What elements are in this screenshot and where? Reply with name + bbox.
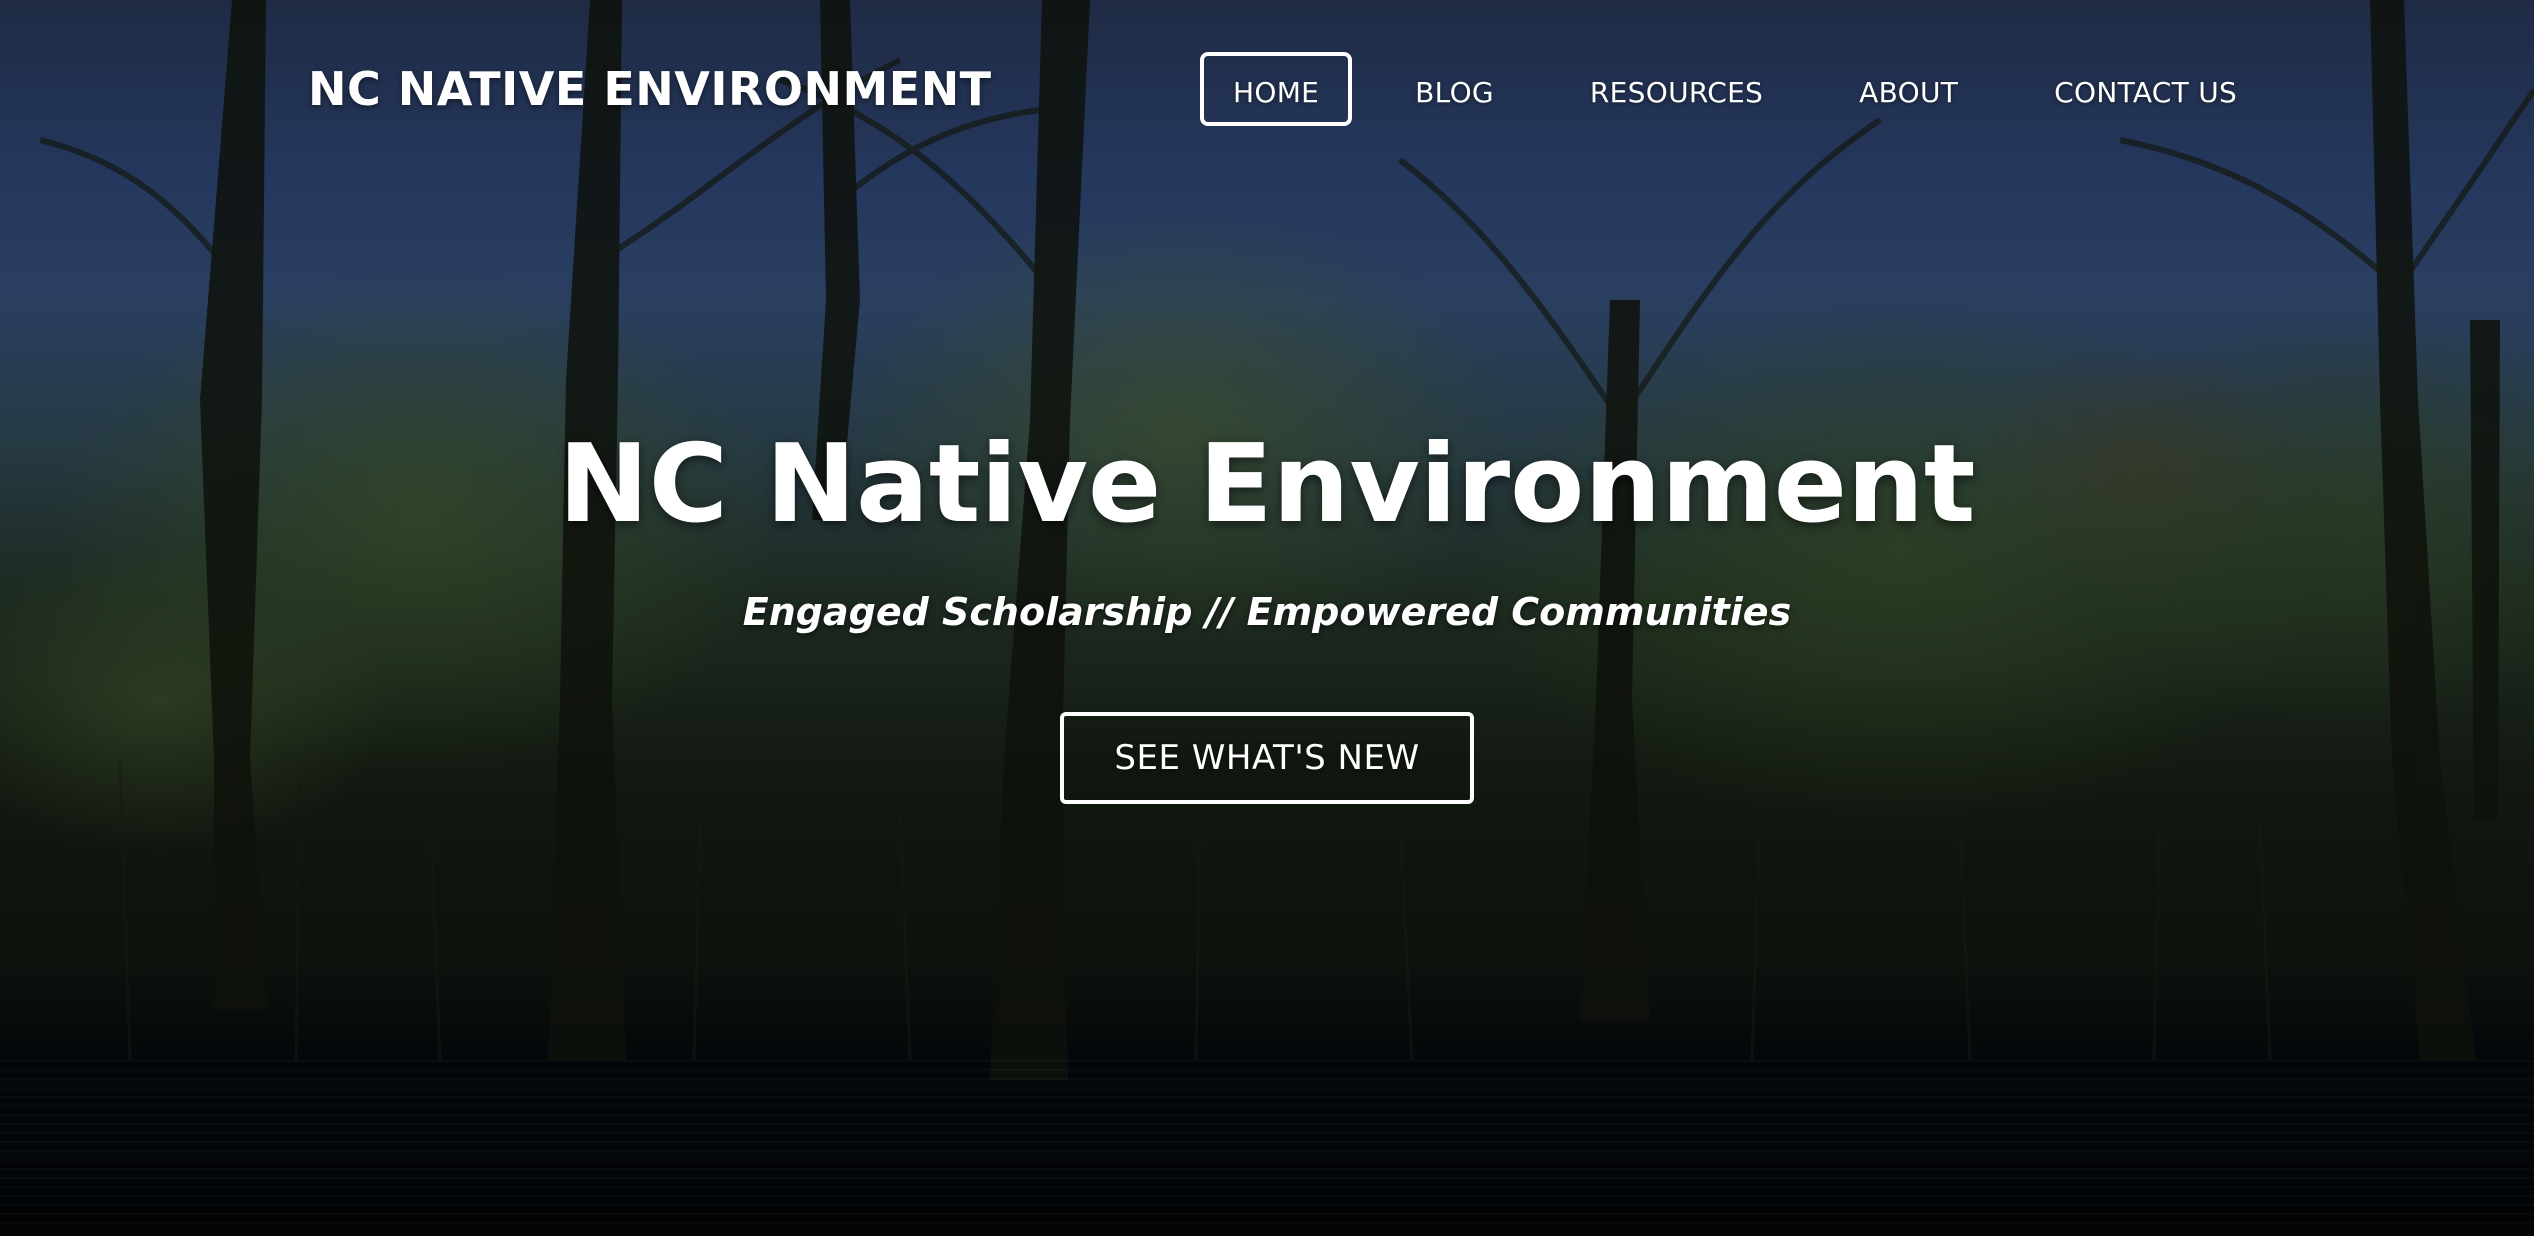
nav-item-resources[interactable]: RESOURCES <box>1557 52 1796 126</box>
nav-item-blog[interactable]: BLOG <box>1382 52 1527 126</box>
page: NC NATIVE ENVIRONMENT HOME BLOG RESOURCE… <box>0 0 2534 1236</box>
nav-item-home[interactable]: HOME <box>1200 52 1353 126</box>
hero-subtitle: Engaged Scholarship // Empowered Communi… <box>742 590 1792 634</box>
water-reflection <box>0 1060 2534 1236</box>
navbar: NC NATIVE ENVIRONMENT HOME BLOG RESOURCE… <box>0 0 2534 180</box>
site-brand-link[interactable]: NC NATIVE ENVIRONMENT <box>308 62 992 116</box>
nav-item-about[interactable]: ABOUT <box>1826 52 1991 126</box>
hero-title: NC Native Environment <box>558 422 1976 547</box>
main-nav: HOME BLOG RESOURCES ABOUT CONTACT US <box>1200 50 2270 128</box>
see-whats-new-button[interactable]: SEE WHAT'S NEW <box>1060 712 1474 804</box>
hero-section: NC Native Environment Engaged Scholarshi… <box>0 400 2534 804</box>
cta-wrapper: SEE WHAT'S NEW <box>0 712 2534 804</box>
nav-item-contact-us[interactable]: CONTACT US <box>2021 52 2270 126</box>
